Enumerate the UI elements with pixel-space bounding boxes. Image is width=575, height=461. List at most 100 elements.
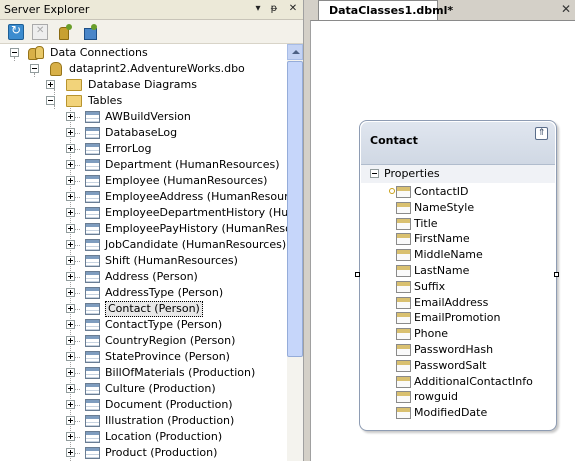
tree-item-table[interactable]: Employee (HumanResources) xyxy=(0,173,287,189)
tree-item-table[interactable]: DatabaseLog xyxy=(0,125,287,141)
expand-icon[interactable] xyxy=(66,160,75,169)
entity-header[interactable]: Contact ⇑ xyxy=(361,122,555,165)
property-label: Phone xyxy=(414,327,449,341)
tree-item-table[interactable]: Shift (HumanResources) xyxy=(0,253,287,269)
property-icon xyxy=(396,296,411,309)
tree-item-table[interactable]: EmployeeAddress (HumanResources) xyxy=(0,189,287,205)
auto-hide-pin-icon[interactable]: ᵽ xyxy=(267,2,281,16)
tree-item-table[interactable]: StateProvince (Person) xyxy=(0,349,287,365)
tree-item-label: Address (Person) xyxy=(105,270,198,283)
tree-item-table[interactable]: ErrorLog xyxy=(0,141,287,157)
collapse-entity-icon[interactable]: ⇑ xyxy=(535,127,548,140)
expand-icon[interactable] xyxy=(46,80,55,89)
expand-icon[interactable] xyxy=(66,304,75,313)
tree-item-table[interactable]: Illustration (Production) xyxy=(0,413,287,429)
folder-icon xyxy=(66,79,82,91)
tree-item-table[interactable]: ContactType (Person) xyxy=(0,317,287,333)
entity-contact[interactable]: Contact ⇑ Properties ContactID NameStyle T… xyxy=(355,120,559,431)
tree-vertical-scrollbar[interactable] xyxy=(287,44,303,461)
expand-icon[interactable] xyxy=(66,384,75,393)
expand-icon[interactable] xyxy=(66,176,75,185)
expand-icon[interactable] xyxy=(66,320,75,329)
property-icon xyxy=(396,328,411,341)
tree-item-table[interactable]: AddressType (Person) xyxy=(0,285,287,301)
tree-item-table[interactable]: Location (Production) xyxy=(0,429,287,445)
table-icon xyxy=(85,431,100,443)
tree-item-table[interactable]: Department (HumanResources) xyxy=(0,157,287,173)
collapse-icon[interactable] xyxy=(370,169,379,178)
tree-item-table[interactable]: Product (Production) xyxy=(0,445,287,461)
expand-icon[interactable] xyxy=(66,192,75,201)
tree-item-table[interactable]: JobCandidate (HumanResources) xyxy=(0,237,287,253)
tree-item-label: Document (Production) xyxy=(105,398,233,411)
expand-icon[interactable] xyxy=(66,432,75,441)
expand-icon[interactable] xyxy=(66,144,75,153)
table-icon xyxy=(85,159,100,171)
expand-icon[interactable] xyxy=(66,400,75,409)
property-label: PasswordSalt xyxy=(414,358,487,372)
tree-item-table[interactable]: EmployeePayHistory (HumanResource xyxy=(0,221,287,237)
tree-item-database-diagrams[interactable]: Database Diagrams xyxy=(0,77,287,93)
refresh-icon[interactable] xyxy=(8,23,24,40)
expand-icon[interactable] xyxy=(66,288,75,297)
window-position-dropdown-icon[interactable]: ▾ xyxy=(251,2,265,16)
tree-item-table[interactable]: Contact (Person) xyxy=(0,301,287,317)
entity-shape[interactable]: Contact ⇑ Properties ContactID NameStyle T… xyxy=(359,120,557,431)
resize-handle-left[interactable] xyxy=(355,272,360,277)
collapse-icon[interactable] xyxy=(46,96,55,105)
expand-icon[interactable] xyxy=(66,224,75,233)
property-icon xyxy=(396,280,411,293)
table-icon xyxy=(85,335,100,347)
tab-label: DataClasses1.dbml* xyxy=(329,4,454,17)
expand-icon[interactable] xyxy=(66,256,75,265)
expand-icon[interactable] xyxy=(66,368,75,377)
property-label: MiddleName xyxy=(414,248,483,262)
table-icon xyxy=(85,223,100,235)
tree-item-table[interactable]: CountryRegion (Person) xyxy=(0,333,287,349)
property-label: LastName xyxy=(414,264,470,277)
table-icon xyxy=(85,319,100,331)
expand-icon[interactable] xyxy=(66,112,75,121)
expand-icon[interactable] xyxy=(66,128,75,137)
table-icon xyxy=(85,127,100,139)
tree-item-data-connections[interactable]: Data Connections xyxy=(0,45,287,61)
expand-icon[interactable] xyxy=(66,336,75,345)
tree-item-table[interactable]: EmployeeDepartmentHistory (HumanR xyxy=(0,205,287,221)
tree-item-table[interactable]: Address (Person) xyxy=(0,269,287,285)
table-icon xyxy=(85,271,100,283)
tree-item-label: Department (HumanResources) xyxy=(105,158,280,171)
tree-item-label: AddressType (Person) xyxy=(105,286,224,299)
collapse-icon[interactable] xyxy=(10,48,19,57)
expand-icon[interactable] xyxy=(66,272,75,281)
tree-item-label: Contact (Person) xyxy=(105,301,203,317)
tree-item-tables[interactable]: Tables xyxy=(0,93,287,109)
connect-to-database-icon[interactable] xyxy=(57,24,73,40)
expand-icon[interactable] xyxy=(66,416,75,425)
expand-icon[interactable] xyxy=(66,208,75,217)
close-document-icon[interactable]: ✕ xyxy=(560,2,572,16)
scroll-up-arrow-icon[interactable] xyxy=(287,44,303,60)
expand-icon[interactable] xyxy=(66,240,75,249)
tree-item-table[interactable]: BillOfMaterials (Production) xyxy=(0,365,287,381)
property-label: Suffix xyxy=(414,279,446,293)
table-icon xyxy=(85,143,100,155)
tree-item-connection[interactable]: dataprint2.AdventureWorks.dbo xyxy=(0,61,287,77)
tab-dataclasses-dbml[interactable]: DataClasses1.dbml* xyxy=(318,0,453,20)
connect-to-server-icon[interactable] xyxy=(81,24,97,40)
server-explorer-panel: Server Explorer ▾ ᵽ ✕ Data Connections d… xyxy=(0,0,304,461)
property-label: EmailPromotion xyxy=(414,311,501,325)
properties-section-header[interactable]: Properties xyxy=(361,165,555,183)
tree-item-table[interactable]: Culture (Production) xyxy=(0,381,287,397)
tree-item-label: Location (Production) xyxy=(105,430,223,443)
properties-label: Properties xyxy=(384,167,440,180)
scroll-thumb[interactable] xyxy=(287,61,303,357)
tree-item-table[interactable]: AWBuildVersion xyxy=(0,109,287,125)
property-label: EmailAddress xyxy=(414,295,489,309)
expand-icon[interactable] xyxy=(66,352,75,361)
collapse-icon[interactable] xyxy=(30,64,39,73)
resize-handle-right[interactable] xyxy=(554,272,559,277)
property-label: ContactID xyxy=(414,185,469,198)
close-panel-icon[interactable]: ✕ xyxy=(286,2,300,16)
tree-item-table[interactable]: Document (Production) xyxy=(0,397,287,413)
expand-icon[interactable] xyxy=(66,448,75,457)
